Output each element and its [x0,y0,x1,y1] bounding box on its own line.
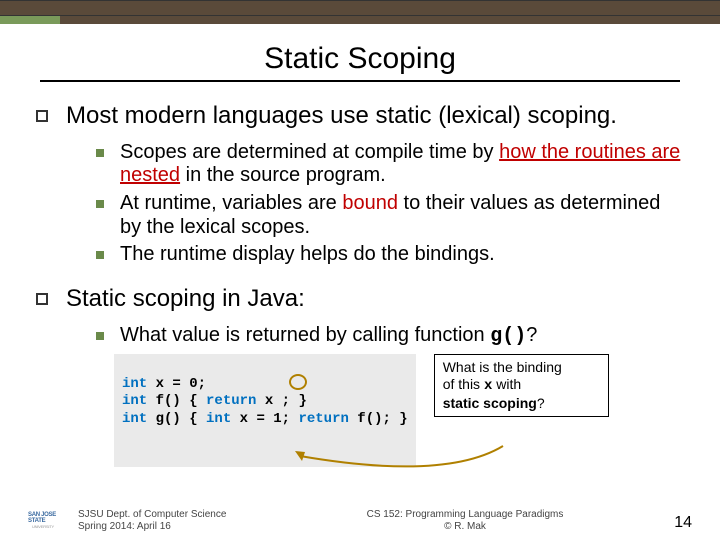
footer-left: SJSU Dept. of Computer ScienceSpring 201… [78,509,278,532]
sub-bullet-1: Scopes are determined at compile time by… [96,141,684,188]
bullet-1-sublist: Scopes are determined at compile time by… [96,141,684,267]
green-bullet-icon [96,251,104,259]
green-bullet-icon [96,149,104,157]
slide-content: Most modern languages use static (lexica… [0,82,720,467]
callout-box: What is the binding of this x with stati… [434,354,609,416]
code-callout-row: int x = 0; int f() { return x ; } int g(… [114,354,684,467]
square-bullet-icon [36,110,48,122]
code-block: int x = 0; int f() { return x ; } int g(… [114,354,416,467]
strip-green [0,16,60,24]
sjsu-logo-icon: SAN JOSE STATE UNIVERSITY [28,508,58,532]
bullet-1: Most modern languages use static (lexica… [36,102,684,131]
footer: SAN JOSE STATE UNIVERSITY SJSU Dept. of … [0,508,720,532]
green-bullet-icon [96,200,104,208]
bullet-2-text: Static scoping in Java: [66,285,305,314]
sub-bullet-4: What value is returned by calling functi… [96,324,684,349]
green-bullet-icon [96,332,104,340]
highlight-circle-icon [289,374,307,390]
sub-bullet-1-text: Scopes are determined at compile time by… [120,141,684,188]
bullet-2-sublist: What value is returned by calling functi… [96,324,684,349]
page-number: 14 [652,514,692,532]
header-bar [0,0,720,16]
strip-dark [60,16,720,24]
bullet-1-text: Most modern languages use static (lexica… [66,102,617,131]
sub-bullet-2: At runtime, variables are bound to their… [96,192,684,239]
slide-title: Static Scoping [0,42,720,76]
bullet-2: Static scoping in Java: [36,285,684,314]
square-bullet-icon [36,293,48,305]
header-strip [0,16,720,24]
sub-bullet-4-text: What value is returned by calling functi… [120,324,537,349]
sub-bullet-2-text: At runtime, variables are bound to their… [120,192,684,239]
sub-bullet-3-text: The runtime display helps do the binding… [120,243,495,267]
sub-bullet-3: The runtime display helps do the binding… [96,243,684,267]
footer-center: CS 152: Programming Language Paradigms© … [278,509,652,532]
